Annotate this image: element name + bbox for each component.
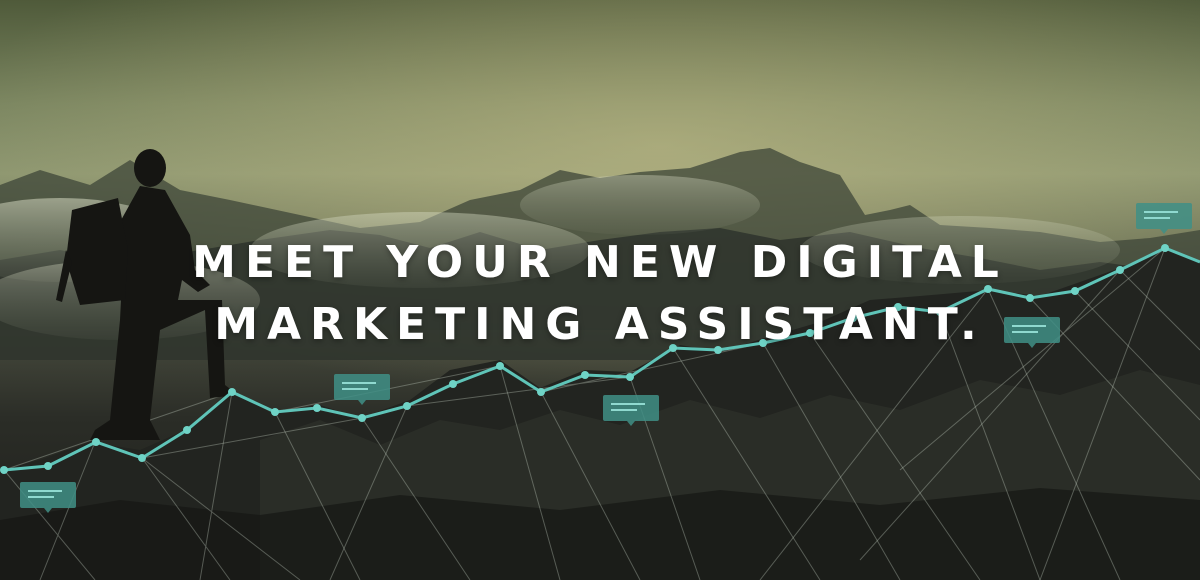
- hero-banner: MEET YOUR NEW DIGITAL MARKETING ASSISTAN…: [0, 0, 1200, 580]
- cloud-center-2: [520, 175, 760, 235]
- headline-line-1: MEET YOUR NEW DIGITAL: [192, 237, 1008, 288]
- headline-line-2: MARKETING ASSISTANT.: [214, 299, 986, 350]
- hero-headline: MEET YOUR NEW DIGITAL MARKETING ASSISTAN…: [0, 232, 1200, 356]
